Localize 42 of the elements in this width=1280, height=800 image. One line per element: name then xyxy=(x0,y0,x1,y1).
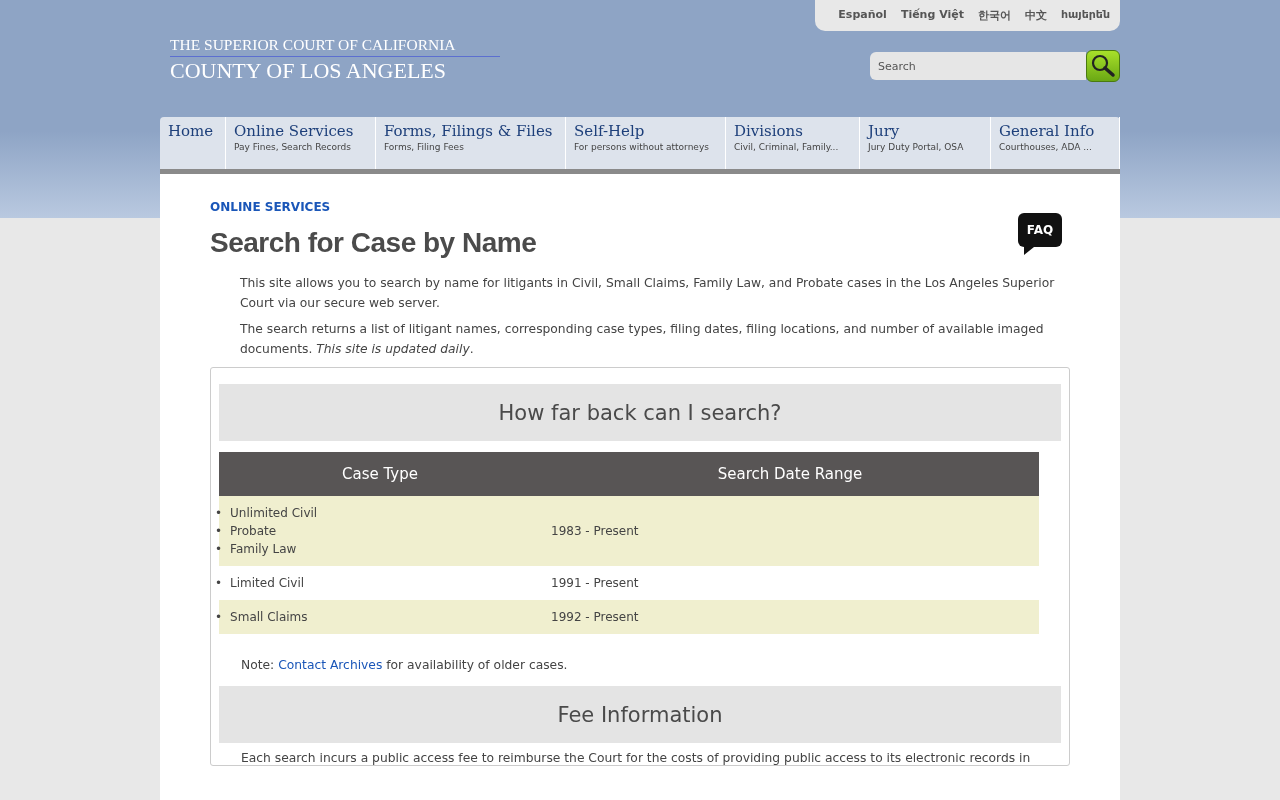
column-header: Search Date Range xyxy=(541,452,1039,496)
date-range: 1992 - Present xyxy=(541,600,1039,634)
nav-item[interactable]: Self-Help For persons without attorneys xyxy=(566,117,726,169)
nav-item[interactable]: Divisions Civil, Criminal, Family... xyxy=(726,117,860,169)
breadcrumb-link[interactable]: ONLINE SERVICES xyxy=(210,200,331,214)
archives-link[interactable]: Contact Archives xyxy=(278,658,383,672)
language-link[interactable]: 한국어 xyxy=(977,8,1011,31)
nav-item[interactable]: General Info Courthouses, ADA ... xyxy=(991,117,1120,169)
search-field[interactable]: Search xyxy=(870,52,1086,80)
language-link[interactable]: Español xyxy=(838,8,887,31)
court-name: THE SUPERIOR COURT OF CALIFORNIA xyxy=(170,36,500,57)
bullet: • xyxy=(215,541,223,558)
case-type: Probate xyxy=(230,523,277,540)
language-link[interactable]: Tiếng Việt xyxy=(900,8,964,31)
date-range: 1991 - Present xyxy=(541,566,1039,600)
bullet: • xyxy=(215,609,223,626)
column-header: Case Type xyxy=(219,452,541,496)
search-icon xyxy=(1090,54,1116,78)
language-link[interactable]: հայերեն xyxy=(1060,8,1110,31)
date-range: 1983 - Present xyxy=(541,496,1039,566)
nav-item[interactable]: Online Services Pay Fines, Search Records xyxy=(226,117,376,169)
speech-tail-icon xyxy=(1024,247,1034,255)
archive-note: Note: Contact Archives for availability of older cases. xyxy=(241,658,569,672)
case-type: Family Law xyxy=(230,541,297,558)
nav-item[interactable]: Forms, Filings & Files Forms, Filing Fees xyxy=(376,117,566,169)
intro-paragraph: This site allows you to search by name for litigants in Civil, Small Claims, Family Law, and Probate cases in the Los Angeles Superior Court via our secure web server. xyxy=(240,275,1056,312)
intro-paragraph: The search returns a list of litigant names, corresponding case types, filing dates, filing locations, and number of available imaged documents. This site is updated daily. xyxy=(240,321,1045,358)
section-heading: Fee Information xyxy=(219,686,1061,743)
section-heading: How far back can I search? xyxy=(219,384,1061,441)
nav-item[interactable]: Home xyxy=(160,117,226,169)
bullet: • xyxy=(215,523,223,540)
county-name: COUNTY OF LOS ANGELES xyxy=(170,58,448,84)
fee-paragraph: Each search incurs a public access fee to reimburse the Court for the costs of providing public access to its electronic records in xyxy=(241,751,1032,765)
page-title: Search for Case by Name xyxy=(210,227,537,259)
search-button[interactable] xyxy=(1086,50,1120,82)
bullet: • xyxy=(215,575,223,592)
case-type: Limited Civil xyxy=(230,575,305,592)
case-type: Unlimited Civil xyxy=(230,505,318,522)
case-type: Small Claims xyxy=(230,609,308,626)
bullet: • xyxy=(215,505,223,522)
language-link[interactable]: 中文 xyxy=(1024,8,1047,31)
nav-item[interactable]: Jury Jury Duty Portal, OSA xyxy=(860,117,991,169)
